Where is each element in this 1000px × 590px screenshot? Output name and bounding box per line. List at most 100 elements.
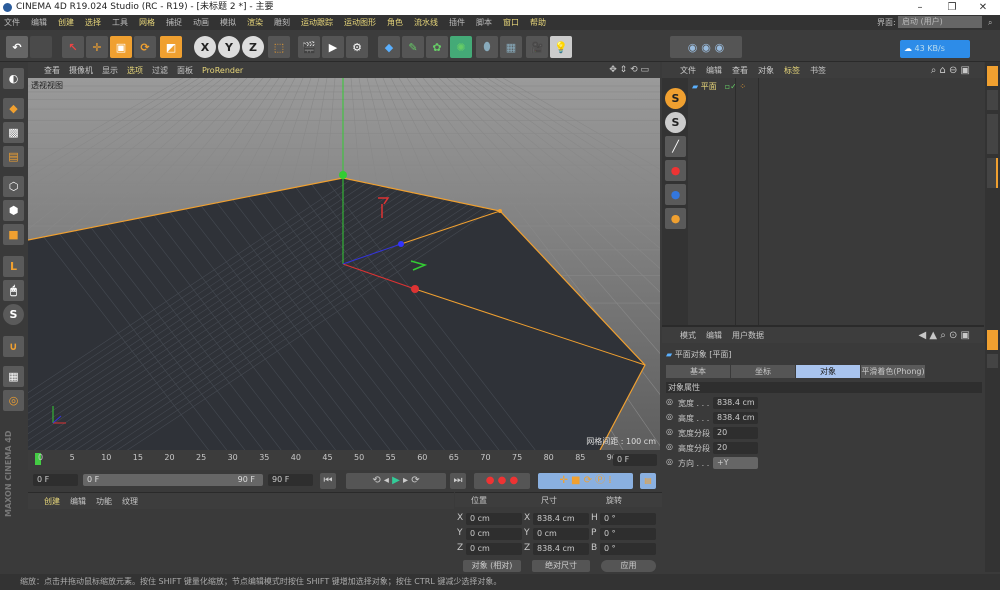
tab-object[interactable]: 对象 [796,365,860,378]
rotation-field[interactable]: 0 ° [600,528,656,540]
attr-field-value[interactable]: 20 [713,427,758,439]
position-field[interactable]: 0 cm [466,528,522,540]
menu-render[interactable]: 渲染 [247,17,263,28]
width-handle-point[interactable] [498,209,502,213]
side-tab-attributes[interactable] [987,330,998,350]
animate-toggle-icon[interactable]: ◎ [666,427,673,436]
menu-select[interactable]: 选择 [85,17,101,28]
om-menu-tags[interactable]: 标签 [784,65,800,76]
snap-point-icon[interactable]: ● [665,160,686,181]
redo-icon[interactable] [30,36,52,58]
om-menu-bookmarks[interactable]: 书签 [810,65,826,76]
tab-phong[interactable]: 平滑着色(Phong) [861,365,925,378]
z-axis-lock[interactable]: Z [242,36,264,58]
viewport-nav-icons[interactable]: ✥ ⇕ ⟲ ▭ [609,65,649,75]
keyframe-record-icons[interactable]: ● ● ● [474,473,530,489]
points-mode-icon[interactable]: ⬡ [3,176,24,197]
end-frame-field[interactable]: 90 F [268,474,313,486]
axis-mode-icon[interactable]: L [3,256,24,277]
polygons-mode-icon[interactable]: ■ [3,224,24,245]
rotation-field[interactable]: 0 ° [600,543,656,555]
menu-window[interactable]: 窗口 [503,17,519,28]
animate-toggle-icon[interactable]: ◎ [666,397,673,406]
array-icon[interactable]: ✺ [450,36,472,58]
tab-coordinates[interactable]: 坐标 [731,365,795,378]
om-menu-objects[interactable]: 对象 [758,65,774,76]
menu-simulate[interactable]: 模拟 [220,17,236,28]
om-menu-edit[interactable]: 编辑 [706,65,722,76]
menu-mesh[interactable]: 网格 [139,17,155,28]
side-tab-structure[interactable] [987,114,998,154]
side-tab-layer[interactable] [987,354,998,368]
animate-toggle-icon[interactable]: ◎ [666,457,673,466]
rotation-field[interactable]: 0 ° [600,513,656,525]
timeline-ruler[interactable]: 0 5 10 15 20 25 30 35 40 45 50 55 60 65 70 75 80 85 90 0 F [28,450,660,470]
render-picture-viewer-icon[interactable]: ▶ [322,36,344,58]
playback-buttons[interactable]: ⟲ ◂ ▶ ▸ ⟳ [346,473,446,489]
attr-menu-user-data[interactable]: 用户数据 [732,330,764,341]
side-tab-objects[interactable] [987,66,998,86]
subdivision-icon[interactable]: ✿ [426,36,448,58]
pen-spline-icon[interactable]: ✎ [402,36,424,58]
object-name[interactable]: 平面 [701,82,717,91]
apply-button[interactable]: 应用 [601,560,656,572]
viewport-menu-filter[interactable]: 过滤 [152,65,168,76]
move-tool-icon[interactable]: ✛ [86,36,108,58]
x-handle-point[interactable] [411,285,419,293]
material-menu-function[interactable]: 功能 [96,496,112,507]
om-menu-file[interactable]: 文件 [680,65,696,76]
om-search-home-icons[interactable]: ⌕ ⌂ ⊖ ▣ [931,65,970,76]
viewport-menu-options[interactable]: 选项 [127,65,143,76]
attr-field-value[interactable]: 838.4 cm [713,397,758,409]
viewport-scene[interactable] [28,78,660,450]
tab-basic[interactable]: 基本 [666,365,730,378]
menu-create[interactable]: 创建 [58,17,74,28]
attr-menu-edit[interactable]: 编辑 [706,330,722,341]
snap-xyz-icon[interactable]: ● [665,208,686,229]
size-field[interactable]: 838.4 cm [533,513,589,525]
close-button[interactable]: ✕ [968,0,998,15]
coordinate-mode-select[interactable]: 对象 (相对) [463,560,521,572]
current-frame-field[interactable]: 0 F [613,454,657,466]
position-field[interactable]: 0 cm [466,513,522,525]
menu-motion-tracking[interactable]: 运动跟踪 [301,17,333,28]
select-tool-icon[interactable]: ↖ [62,36,84,58]
viewport-menu-camera[interactable]: 摄像机 [69,65,93,76]
animate-toggle-icon[interactable]: ◎ [666,412,673,421]
snap-sphere-icon[interactable]: ● [665,184,686,205]
viewport-menu-view[interactable]: 查看 [44,65,60,76]
size-field[interactable]: 0 cm [533,528,589,540]
rotate-tool-icon[interactable]: ⟳ [134,36,156,58]
attr-field-value[interactable]: 20 [713,442,758,454]
side-tab-layers[interactable] [987,158,998,188]
search-icon[interactable]: ⌕ [988,18,992,28]
menu-snap[interactable]: 捕捉 [166,17,182,28]
cube-icon[interactable]: ◆ [378,36,400,58]
material-menu-create[interactable]: 创建 [44,496,60,507]
render-settings-icon[interactable]: ⚙ [346,36,368,58]
edges-mode-icon[interactable]: ⬢ [3,200,24,221]
floor-icon[interactable]: ▦ [500,36,522,58]
menu-edit[interactable]: 编辑 [31,17,47,28]
go-to-end-icon[interactable]: ⏭ [450,473,466,489]
material-menu-texture[interactable]: 纹理 [122,496,138,507]
start-frame-field[interactable]: 0 F [33,474,78,486]
y-handle-point[interactable] [339,171,347,179]
attr-field-value[interactable]: +Y [713,457,758,469]
menu-pipeline[interactable]: 流水线 [414,17,438,28]
viewport-menu-panel[interactable]: 面板 [177,65,193,76]
x-axis-lock[interactable]: X [194,36,216,58]
animate-toggle-icon[interactable]: ◎ [666,442,673,451]
deformer-icon[interactable]: ⬮ [476,36,498,58]
render-view-icon[interactable]: 🎬 [298,36,320,58]
make-editable-icon[interactable]: ◐ [3,68,24,89]
maximize-button[interactable]: ❐ [937,0,967,15]
object-row-plane[interactable]: ▰ 平面 ▫✓ ⁘ [692,81,746,92]
layout-select[interactable]: 启动 (用户) [898,16,982,28]
workplane-icon[interactable]: ▤ [3,146,24,167]
snap-options-icon[interactable]: ◉ ◉ ◉ [670,36,742,58]
magnet-icon[interactable]: ∪ [3,336,24,357]
snap-line-icon[interactable]: ╱ [665,136,686,157]
key-track-toggle-icons[interactable]: ✛ ■ ⟳ Ⓟ ⁞ [538,473,633,489]
menu-script[interactable]: 脚本 [476,17,492,28]
